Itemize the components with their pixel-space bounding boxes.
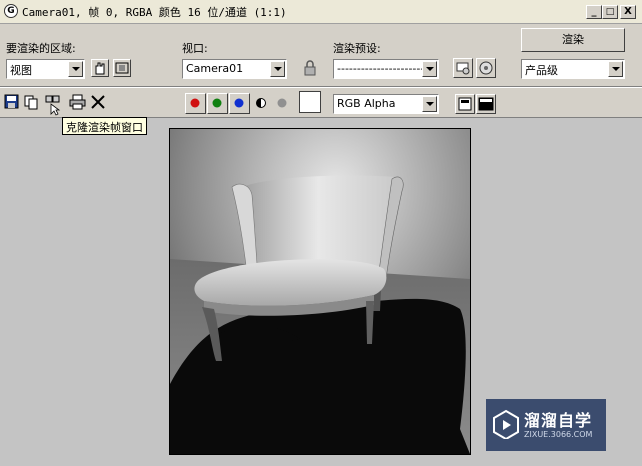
chair-render: [170, 129, 470, 454]
half-circle-icon: [256, 98, 266, 108]
chevron-down-icon[interactable]: [68, 61, 83, 77]
lock-viewport-button[interactable]: [301, 59, 319, 77]
render-setup-button[interactable]: [476, 58, 496, 78]
channel-display-value: RGB Alpha: [337, 97, 396, 110]
clone-frame-window-button[interactable]: [45, 94, 63, 116]
print-image-button[interactable]: [69, 94, 87, 112]
copy-image-button[interactable]: [24, 94, 42, 112]
chevron-down-icon[interactable]: [422, 96, 437, 112]
red-channel-toggle[interactable]: [185, 93, 206, 114]
production-select[interactable]: 产品级: [521, 59, 625, 79]
viewport-label: 视口:: [182, 42, 208, 55]
channel-display-select[interactable]: RGB Alpha: [333, 94, 439, 114]
tooltip: 克隆渲染帧窗口: [62, 117, 147, 135]
area-to-render-label: 要渲染的区域:: [6, 42, 76, 55]
save-image-button[interactable]: [4, 94, 22, 112]
render-preset-label: 渲染预设:: [333, 42, 381, 55]
toggle-ui-button[interactable]: [476, 94, 496, 114]
window-title: Camera01, 帧 0, RGBA 颜色 16 位/通道 (1:1): [22, 6, 287, 19]
monochrome-toggle[interactable]: [273, 94, 291, 112]
clear-button[interactable]: [90, 94, 108, 112]
minimize-button[interactable]: _: [586, 5, 602, 19]
divider: [0, 87, 642, 88]
viewport-value: Camera01: [186, 62, 244, 75]
play-logo-icon: [493, 409, 519, 439]
chevron-down-icon[interactable]: [422, 61, 437, 77]
hand-icon: [95, 62, 105, 75]
alpha-channel-toggle[interactable]: [252, 94, 270, 112]
copy-icon: [24, 95, 38, 110]
viewport-select[interactable]: Camera01: [182, 59, 287, 79]
watermark-subtitle: ZIXUE.3066.COM: [524, 430, 593, 439]
green-channel-toggle[interactable]: [207, 93, 228, 114]
watermark: 溜溜自学 ZIXUE.3066.COM: [486, 399, 606, 451]
title-bar: G Camera01, 帧 0, RGBA 颜色 16 位/通道 (1:1) _…: [0, 0, 642, 24]
chevron-down-icon[interactable]: [608, 61, 623, 77]
clone-icon: [45, 95, 61, 116]
maximize-button[interactable]: □: [602, 5, 618, 19]
render-button[interactable]: 渲染: [521, 28, 625, 52]
close-button[interactable]: X: [620, 5, 636, 19]
blue-dot-icon: [234, 98, 244, 108]
window-icon: [458, 97, 472, 111]
production-value: 产品级: [525, 64, 558, 77]
red-dot-icon: [190, 98, 200, 108]
watermark-title: 溜溜自学: [524, 411, 593, 430]
teapot-icon: [456, 62, 470, 75]
blue-channel-toggle[interactable]: [229, 93, 250, 114]
color-swatch[interactable]: [299, 91, 321, 113]
app-icon[interactable]: G: [4, 4, 18, 18]
area-to-render-value: 视图: [10, 64, 32, 77]
rendered-image: [169, 128, 471, 455]
render-preset-value: -----------------------: [337, 62, 429, 75]
edit-region-button[interactable]: [91, 59, 109, 77]
environment-effects-button[interactable]: [453, 58, 473, 78]
gear-icon: [479, 61, 493, 75]
toggle-ui-overlay-button[interactable]: [455, 94, 475, 114]
render-button-label: 渲染: [562, 33, 584, 46]
green-dot-icon: [212, 98, 222, 108]
auto-region-button[interactable]: [113, 59, 131, 77]
printer-icon: [69, 94, 86, 110]
display-icon: [478, 97, 494, 111]
lock-icon: [304, 60, 316, 76]
save-icon: [4, 94, 19, 109]
close-icon: [91, 95, 105, 109]
chevron-down-icon[interactable]: [270, 61, 285, 77]
render-preset-select[interactable]: -----------------------: [333, 59, 439, 79]
region-icon: [115, 62, 129, 74]
area-to-render-select[interactable]: 视图: [6, 59, 85, 79]
gray-dot-icon: [277, 98, 287, 108]
